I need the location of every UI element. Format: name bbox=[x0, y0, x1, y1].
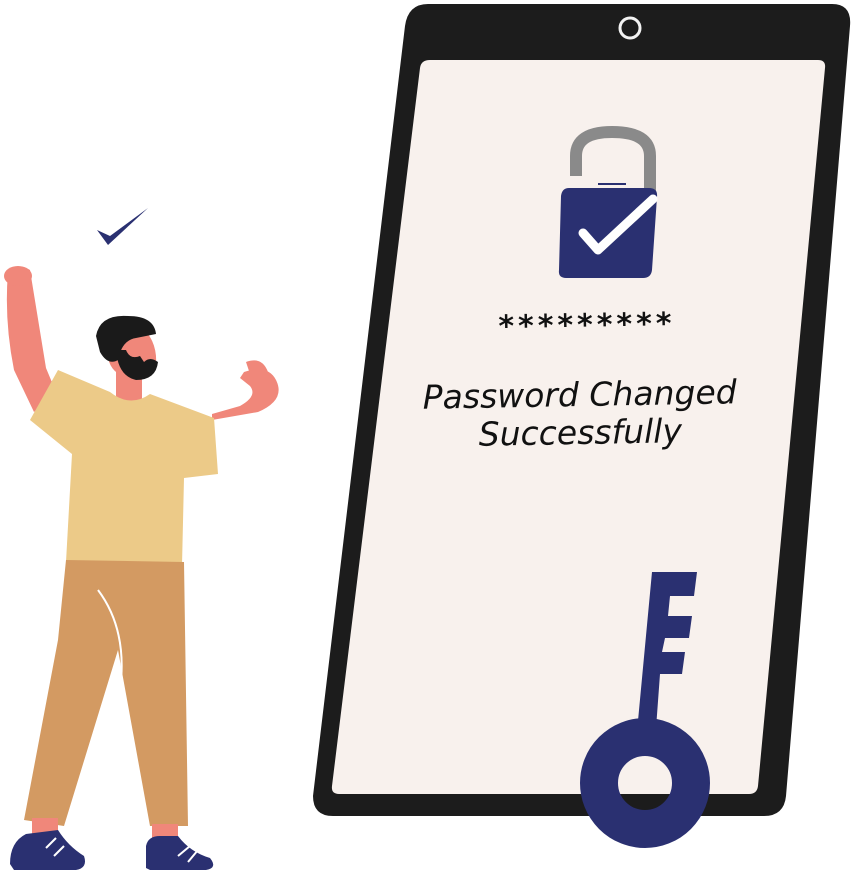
success-message: Password Changed Successfully bbox=[379, 372, 780, 456]
padlock-body bbox=[558, 188, 658, 278]
success-message-line2: Successfully bbox=[478, 411, 683, 454]
right-shoe bbox=[146, 836, 214, 870]
success-message-line1: Password Changed bbox=[422, 372, 737, 417]
pants bbox=[24, 560, 188, 826]
person bbox=[4, 266, 279, 870]
left-shoe bbox=[10, 830, 85, 870]
right-arm bbox=[212, 369, 279, 420]
password-mask: ********* bbox=[498, 306, 676, 345]
checkmark-icon bbox=[97, 208, 148, 245]
